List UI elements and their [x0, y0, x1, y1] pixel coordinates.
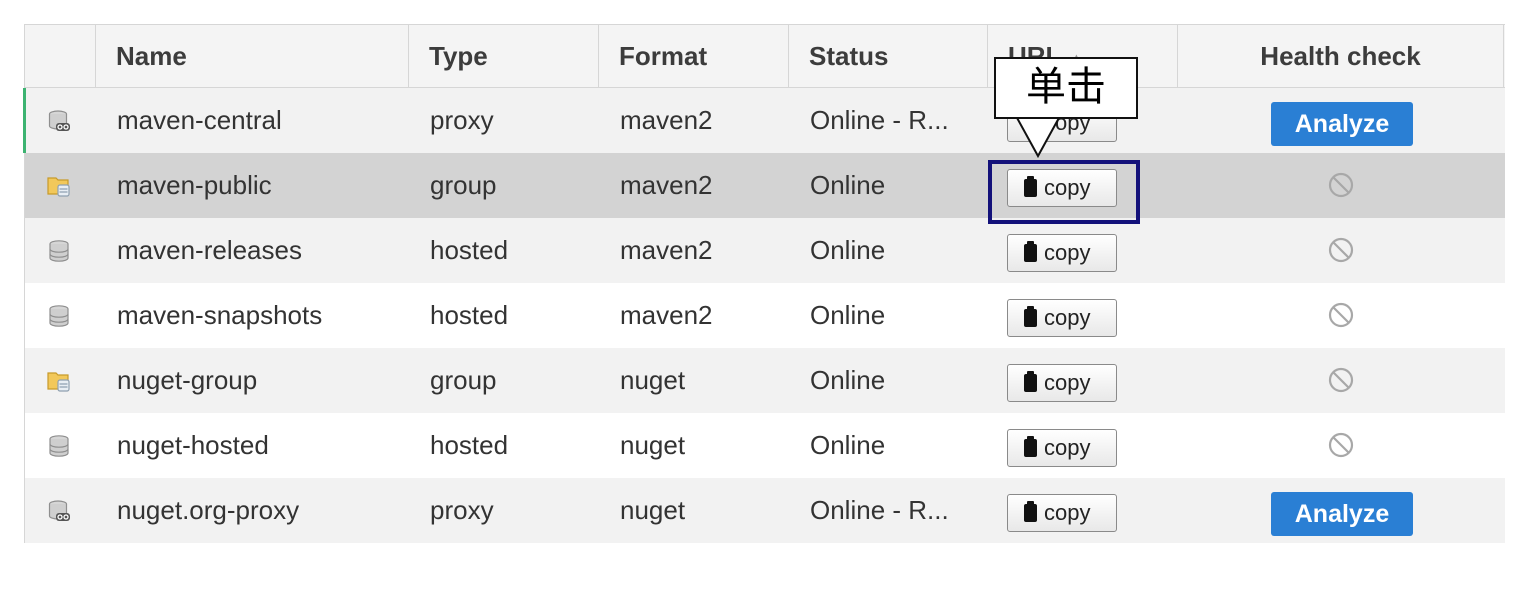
copy-button-label: copy — [1044, 305, 1091, 330]
copy-button-label: copy — [1044, 500, 1091, 525]
table-row[interactable]: maven-central proxy maven2 Online - R...… — [23, 88, 1505, 153]
repository-status: Online — [810, 365, 886, 395]
repository-format: nuget — [620, 365, 686, 395]
repository-name[interactable]: nuget-group — [117, 348, 407, 413]
grid-header: Name Type Format Status URL▲ Health chec… — [25, 24, 1505, 88]
column-header-format[interactable]: Format — [599, 25, 789, 87]
table-row[interactable]: nuget-group group nuget Online copy — [25, 348, 1505, 413]
repository-type: proxy — [430, 495, 494, 525]
clipboard-icon — [1024, 306, 1037, 327]
proxy-repository-icon — [47, 499, 71, 523]
clipboard-icon — [1024, 371, 1037, 392]
column-header-health-check-label: Health check — [1260, 41, 1421, 71]
clipboard-icon — [1024, 501, 1037, 522]
repository-status: Online — [810, 300, 886, 330]
column-header-type-label: Type — [429, 41, 488, 71]
repository-type: hosted — [430, 430, 509, 460]
copy-url-button[interactable]: copy — [1007, 299, 1117, 337]
copy-button-label: copy — [1044, 240, 1091, 265]
repositories-grid: Name Type Format Status URL▲ Health chec… — [23, 24, 1505, 543]
repository-name[interactable]: maven-public — [117, 153, 407, 218]
repository-format: maven2 — [620, 235, 713, 265]
repository-name[interactable]: maven-central — [117, 88, 407, 153]
clipboard-icon — [1024, 241, 1037, 262]
repository-name[interactable]: nuget-hosted — [117, 413, 407, 478]
repository-type: group — [430, 170, 497, 200]
table-row[interactable]: nuget.org-proxy proxy nuget Online - R..… — [25, 478, 1505, 543]
table-row[interactable]: maven-releases hosted maven2 Online copy — [25, 218, 1505, 283]
copy-url-button[interactable]: copy — [1007, 234, 1117, 272]
copy-url-button[interactable]: copy — [1007, 364, 1117, 402]
repository-status: Online — [810, 170, 886, 200]
repository-status: Online - R... — [810, 495, 949, 525]
repository-format: maven2 — [620, 300, 713, 330]
repository-status: Online - R... — [810, 105, 949, 135]
not-available-icon — [1327, 236, 1355, 264]
column-header-status[interactable]: Status — [789, 25, 988, 87]
icon-column-header — [25, 25, 96, 87]
grid-body: maven-central proxy maven2 Online - R...… — [23, 88, 1505, 543]
column-header-status-label: Status — [809, 41, 889, 71]
clipboard-icon — [1024, 436, 1037, 457]
repository-status: Online — [810, 235, 886, 265]
copy-url-button[interactable]: copy — [1007, 494, 1117, 532]
column-header-health-check[interactable]: Health check — [1178, 25, 1504, 87]
not-available-icon — [1327, 171, 1355, 199]
copy-button-highlight — [988, 160, 1140, 224]
copy-button-label: copy — [1044, 370, 1091, 395]
hosted-repository-icon — [47, 304, 71, 328]
repository-format: nuget — [620, 430, 686, 460]
click-callout: 单击 — [994, 57, 1138, 119]
column-header-type[interactable]: Type — [409, 25, 599, 87]
repository-format: nuget — [620, 495, 686, 525]
not-available-icon — [1327, 431, 1355, 459]
table-row[interactable]: maven-public group maven2 Online copy — [25, 153, 1505, 218]
copy-button-label: copy — [1044, 435, 1091, 460]
not-available-icon — [1327, 301, 1355, 329]
column-header-name[interactable]: Name — [96, 25, 409, 87]
hosted-repository-icon — [47, 239, 71, 263]
repository-type: group — [430, 365, 497, 395]
repository-status: Online — [810, 430, 886, 460]
group-repository-icon — [47, 174, 71, 198]
repository-name[interactable]: maven-releases — [117, 218, 407, 283]
column-header-format-label: Format — [619, 41, 708, 71]
table-row[interactable]: maven-snapshots hosted maven2 Online cop… — [25, 283, 1505, 348]
table-row[interactable]: nuget-hosted hosted nuget Online copy — [25, 413, 1505, 478]
repository-type: proxy — [430, 105, 494, 135]
group-repository-icon — [47, 369, 71, 393]
hosted-repository-icon — [47, 434, 71, 458]
not-available-icon — [1327, 366, 1355, 394]
analyze-button[interactable]: Analyze — [1271, 492, 1413, 536]
repository-name[interactable]: nuget.org-proxy — [117, 478, 407, 543]
repository-format: maven2 — [620, 170, 713, 200]
repository-type: hosted — [430, 300, 509, 330]
copy-url-button[interactable]: copy — [1007, 429, 1117, 467]
repository-name[interactable]: maven-snapshots — [117, 283, 407, 348]
column-header-name-label: Name — [116, 41, 187, 71]
repository-type: hosted — [430, 235, 509, 265]
callout-pointer — [1014, 116, 1062, 159]
proxy-repository-icon — [47, 109, 71, 133]
repository-format: maven2 — [620, 105, 713, 135]
analyze-button[interactable]: Analyze — [1271, 102, 1413, 146]
